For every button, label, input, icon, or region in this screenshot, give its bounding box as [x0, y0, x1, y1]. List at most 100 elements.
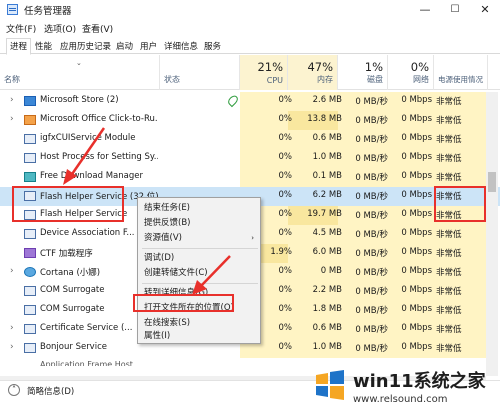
menu-file[interactable]: 文件(F)	[6, 22, 36, 35]
cell-power: 非常低	[436, 325, 462, 335]
highlight-box-flash-helper	[12, 186, 124, 222]
expand-chevron-icon[interactable]: ›	[10, 342, 14, 352]
col-power[interactable]: 电源使用情况	[434, 55, 488, 90]
cell-cpu: 0%	[278, 95, 293, 105]
office-icon	[24, 115, 36, 125]
cell-cpu: 0%	[278, 171, 293, 181]
arrow-annotation-icon	[192, 255, 231, 295]
col-status[interactable]: 状态	[160, 55, 240, 90]
service-icon	[24, 134, 36, 144]
cell-mem: 6.2 MB	[312, 190, 342, 200]
cell-net: 0 Mbps	[401, 323, 432, 333]
tab-startup[interactable]: 启动	[112, 38, 137, 53]
cell-power: 非常低	[436, 173, 462, 183]
expand-chevron-icon[interactable]: ›	[10, 95, 14, 105]
cell-disk: 0 MB/秒	[355, 135, 388, 145]
tab-services[interactable]: 服务	[200, 38, 225, 53]
cell-power: 非常低	[436, 344, 462, 354]
watermark: win11系统之家 www.relsound.com	[307, 362, 500, 414]
process-name: Microsoft Store (2)	[40, 95, 119, 105]
cell-mem: 1.8 MB	[312, 304, 342, 314]
process-name: Microsoft Office Click-to-Ru...	[40, 114, 158, 124]
tab-app-history[interactable]: 应用历史记录	[56, 38, 115, 53]
cortana-icon	[24, 267, 36, 277]
cell-mem: 19.7 MB	[307, 209, 342, 219]
menu-bar: 文件(F) 选项(O) 查看(V)	[0, 20, 500, 36]
download-icon	[24, 172, 36, 182]
col-disk[interactable]: 1% 磁盘	[338, 55, 388, 90]
menu-resource-values[interactable]: 资源值(V) ›	[142, 231, 258, 246]
service-icon	[24, 229, 36, 239]
minimize-button[interactable]: —	[410, 0, 440, 20]
cell-mem: 1.0 MB	[312, 342, 342, 352]
cell-disk: 0 MB/秒	[355, 249, 388, 259]
menu-options[interactable]: 选项(O)	[44, 22, 76, 35]
task-manager-icon	[7, 4, 18, 15]
service-icon	[24, 153, 36, 163]
service-icon	[24, 324, 36, 334]
vertical-scrollbar[interactable]	[486, 92, 498, 376]
cell-net: 0 Mbps	[401, 228, 432, 238]
cell-disk: 0 MB/秒	[355, 192, 388, 202]
cell-mem: 2.6 MB	[312, 95, 342, 105]
cell-cpu: 0%	[278, 133, 293, 143]
cell-power: 非常低	[436, 116, 462, 126]
cell-power: 非常低	[436, 306, 462, 316]
menu-end-task[interactable]: 结束任务(E)	[142, 201, 258, 216]
tab-processes[interactable]: 进程	[6, 38, 32, 55]
cell-disk: 0 MB/秒	[355, 306, 388, 316]
cell-net: 0 Mbps	[401, 95, 432, 105]
cell-mem: 2.2 MB	[312, 285, 342, 295]
expand-chevron-icon[interactable]: ›	[10, 114, 14, 124]
title-bar: 任务管理器 — ☐ ✕	[0, 0, 500, 20]
menu-properties[interactable]: 属性(I)	[142, 329, 258, 344]
tab-performance[interactable]: 性能	[31, 38, 56, 53]
tab-details[interactable]: 详细信息	[160, 38, 202, 53]
menu-view[interactable]: 查看(V)	[82, 22, 113, 35]
tab-bar: 进程 性能 应用历史记录 启动 用户 详细信息 服务	[0, 36, 500, 55]
cell-power: 非常低	[436, 249, 462, 259]
service-icon	[24, 305, 36, 315]
cell-power: 非常低	[436, 230, 462, 240]
cell-mem: 0.1 MB	[312, 171, 342, 181]
cell-power: 非常低	[436, 97, 462, 107]
cell-mem: 0 MB	[320, 266, 342, 276]
scroll-thumb[interactable]	[488, 172, 496, 192]
cell-mem: 0.6 MB	[312, 133, 342, 143]
cell-net: 0 Mbps	[401, 114, 432, 124]
cell-power: 非常低	[436, 154, 462, 164]
less-details-link[interactable]: 简略信息(D)	[27, 385, 74, 397]
cell-net: 0 Mbps	[401, 171, 432, 181]
col-network[interactable]: 0% 网络	[388, 55, 434, 90]
cell-cpu: 0%	[278, 152, 293, 162]
cell-disk: 0 MB/秒	[355, 116, 388, 126]
expand-chevron-icon[interactable]: ›	[10, 323, 14, 333]
partial-row: Application Frame Host	[40, 360, 133, 366]
cell-power: 非常低	[436, 287, 462, 297]
cell-cpu: 0%	[278, 114, 293, 124]
cell-net: 0 Mbps	[401, 342, 432, 352]
cell-net: 0 Mbps	[401, 247, 432, 257]
chevron-up-icon[interactable]: ˄	[8, 384, 20, 396]
service-icon	[24, 286, 36, 296]
cell-net: 0 Mbps	[401, 266, 432, 276]
windows-logo-icon	[316, 370, 344, 400]
cell-disk: 0 MB/秒	[355, 344, 388, 354]
menu-feedback[interactable]: 提供反馈(B)	[142, 216, 258, 231]
tab-users[interactable]: 用户	[136, 38, 161, 53]
submenu-arrow-icon: ›	[251, 234, 254, 242]
highlight-box-power	[434, 186, 486, 222]
col-cpu[interactable]: 21% CPU	[240, 55, 288, 90]
maximize-button[interactable]: ☐	[440, 0, 470, 20]
menu-separator	[142, 248, 258, 249]
col-name[interactable]: 名称	[0, 55, 160, 90]
col-memory[interactable]: 47% 内存	[288, 55, 338, 90]
cell-power: 非常低	[436, 135, 462, 145]
cell-disk: 0 MB/秒	[355, 287, 388, 297]
window-title: 任务管理器	[24, 6, 72, 17]
cell-mem: 6.0 MB	[312, 247, 342, 257]
close-button[interactable]: ✕	[470, 0, 500, 20]
table-row[interactable]: › Microsoft Store (2) 0% 2.6 MB 0 MB/秒 0 Mbps…	[0, 92, 500, 111]
cell-net: 0 Mbps	[401, 304, 432, 314]
expand-chevron-icon[interactable]: ›	[10, 266, 14, 276]
